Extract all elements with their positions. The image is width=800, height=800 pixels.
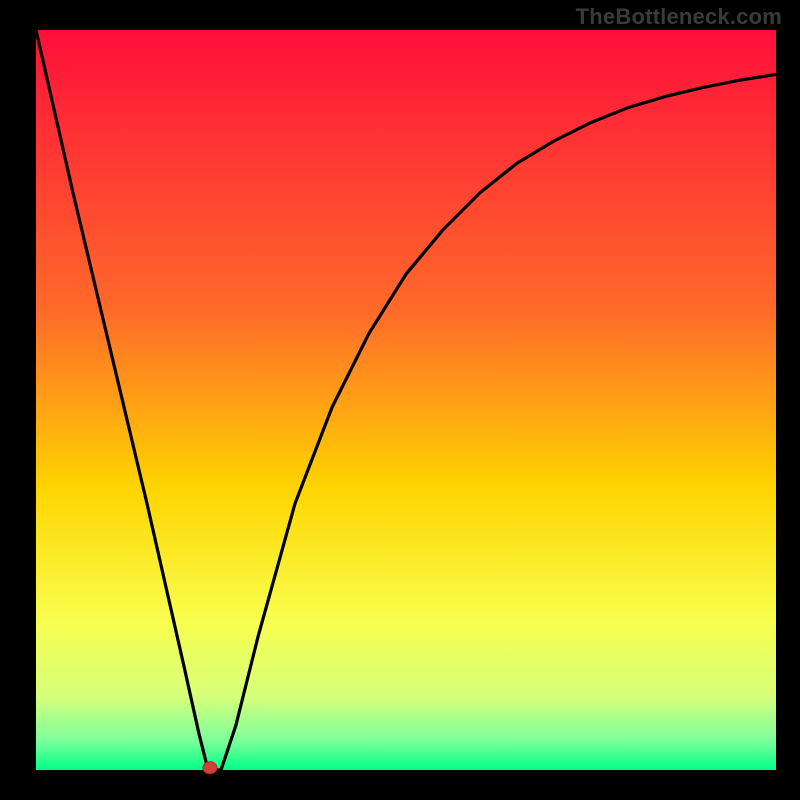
gradient-background bbox=[36, 30, 776, 770]
optimal-point-marker bbox=[203, 762, 217, 774]
attribution-label: TheBottleneck.com bbox=[576, 4, 782, 30]
chart-frame: TheBottleneck.com bbox=[0, 0, 800, 800]
bottleneck-chart bbox=[0, 0, 800, 800]
